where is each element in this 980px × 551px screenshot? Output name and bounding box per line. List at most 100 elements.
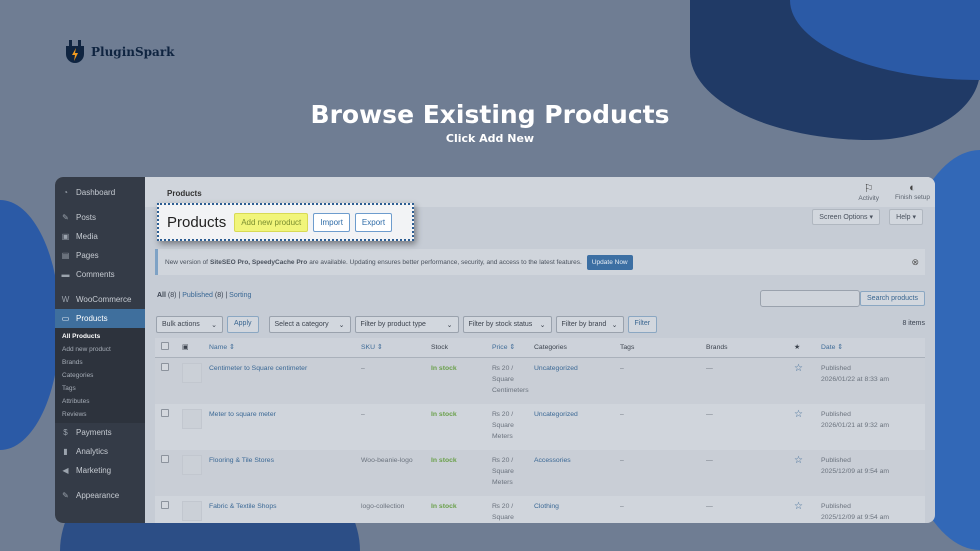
submenu-attributes[interactable]: Attributes (55, 395, 145, 408)
sidebar-item-label: Marketing (76, 466, 112, 475)
sidebar-item-appearance[interactable]: ✎ Appearance (55, 486, 145, 505)
brands: — (706, 364, 713, 372)
activity-label: Activity (858, 195, 879, 202)
price: ₨ 20 / Square (492, 502, 514, 521)
column-date[interactable]: Date ⇕ (821, 338, 925, 358)
marketing-icon: ◀ (62, 466, 69, 475)
sidebar-item-label: WooCommerce (76, 295, 132, 304)
star-icon[interactable]: ☆ (794, 496, 821, 524)
products-header-callout: Products Add new product Import Export (157, 203, 414, 241)
star-icon[interactable]: ☆ (794, 450, 821, 496)
category-link[interactable]: Uncategorized (534, 365, 578, 372)
brand-select[interactable]: Filter by brand ⌄ (555, 316, 624, 333)
product-type-select[interactable]: Filter by product type ⌄ (354, 316, 459, 333)
brand-name: PluginSpark (91, 45, 175, 59)
finish-setup-button[interactable]: ◐ Finish setup (895, 182, 930, 201)
publish-status: Published (821, 410, 851, 418)
brands: — (706, 410, 713, 418)
filter-bar: Bulk actions ⌄ Apply Select a category ⌄ F… (156, 316, 658, 333)
sidebar-item-payments[interactable]: $ Payments (55, 423, 145, 442)
import-button[interactable]: Import (313, 212, 350, 232)
screen-options-button[interactable]: Screen Options ▾ (812, 209, 880, 225)
row-checkbox[interactable] (161, 454, 169, 463)
publish-date: 2025/12/09 at 9:54 am (821, 467, 890, 475)
column-price[interactable]: Price ⇕ (492, 338, 534, 358)
sidebar-item-analytics[interactable]: ▮ Analytics (55, 442, 145, 461)
select-all-checkbox[interactable] (161, 342, 169, 351)
product-name-link[interactable]: Flooring & Tile Stores (209, 457, 274, 464)
pin-icon: ✎ (62, 213, 69, 222)
add-new-product-button[interactable]: Add new product (234, 212, 309, 232)
chevron-down-icon: ⌄ (446, 321, 453, 329)
dismiss-icon[interactable]: ⊗ (911, 257, 919, 268)
flag-icon: ⚐ (863, 183, 874, 195)
publish-status: Published (821, 456, 851, 464)
column-sku[interactable]: SKU ⇕ (361, 338, 431, 358)
category-select[interactable]: Select a category ⌄ (268, 316, 351, 333)
search-input[interactable] (760, 290, 860, 307)
filter-all[interactable]: All (157, 292, 166, 299)
submenu-brands[interactable]: Brands (55, 356, 145, 369)
tags: – (620, 502, 624, 510)
products-table: ▣ Name ⇕ SKU ⇕ Stock Price ⇕ Categories … (155, 338, 925, 523)
bulk-actions-select[interactable]: Bulk actions ⌄ (156, 316, 223, 333)
admin-sidebar: ◔ Dashboard ✎ Posts ▣ Media ▤ Pages ▬ Comment… (55, 177, 145, 523)
row-checkbox[interactable] (161, 362, 169, 371)
sidebar-item-comments[interactable]: ▬ Comments (55, 265, 145, 284)
column-categories: Categories (534, 338, 620, 358)
submenu-add-new-product[interactable]: Add new product (55, 343, 145, 356)
filter-published[interactable]: Published (182, 292, 213, 299)
decor-circle (0, 200, 60, 450)
publish-status: Published (821, 364, 851, 372)
filter-button[interactable]: Filter (627, 316, 658, 333)
star-icon[interactable]: ☆ (794, 357, 821, 404)
sidebar-item-label: Pages (76, 251, 99, 260)
sidebar-item-marketing[interactable]: ◀ Marketing (55, 461, 145, 480)
analytics-icon: ▮ (63, 447, 68, 456)
category-label: Select a category (274, 321, 329, 328)
brands: — (706, 502, 713, 510)
sidebar-item-products[interactable]: ▭ Products (55, 309, 145, 328)
submenu-reviews[interactable]: Reviews (55, 408, 145, 421)
comments-icon: ▬ (61, 270, 70, 279)
product-name-link[interactable]: Meter to square meter (209, 411, 276, 418)
sidebar-item-dashboard[interactable]: ◔ Dashboard (55, 183, 145, 202)
row-checkbox[interactable] (161, 500, 169, 509)
product-thumbnail (182, 454, 202, 475)
category-link[interactable]: Uncategorized (534, 411, 578, 418)
filter-sorting[interactable]: Sorting (229, 292, 251, 299)
sidebar-item-posts[interactable]: ✎ Posts (55, 208, 145, 227)
product-thumbnail (182, 500, 202, 521)
submenu-all-products[interactable]: All Products (55, 330, 145, 343)
brand-label: Filter by brand (561, 321, 607, 328)
sidebar-item-pages[interactable]: ▤ Pages (55, 246, 145, 265)
sidebar-item-media[interactable]: ▣ Media (55, 227, 145, 246)
update-now-button[interactable]: Update Now (586, 254, 633, 270)
stock-status-select[interactable]: Filter by stock status ⌄ (462, 316, 552, 333)
sku: logo-collection (361, 502, 405, 510)
products-submenu: All Products Add new product Brands Cate… (55, 328, 145, 423)
row-checkbox[interactable] (161, 408, 169, 417)
submenu-tags[interactable]: Tags (55, 382, 145, 395)
sidebar-item-label: Analytics (76, 447, 109, 456)
star-icon[interactable]: ☆ (794, 404, 821, 450)
publish-date: 2026/01/21 at 9:32 am (821, 421, 890, 429)
column-name[interactable]: Name ⇕ (209, 338, 361, 358)
column-brands: Brands (706, 338, 794, 358)
apply-button[interactable]: Apply (227, 316, 259, 333)
category-link[interactable]: Accessories (534, 457, 571, 464)
search-products-button[interactable]: Search products (860, 291, 925, 306)
product-name-link[interactable]: Centimeter to Square centimeter (209, 365, 307, 372)
help-button[interactable]: Help ▾ (889, 209, 923, 225)
pages-icon: ▤ (61, 251, 70, 260)
half-circle-icon: ◐ (909, 182, 916, 194)
category-link[interactable]: Clothing (534, 503, 559, 510)
sidebar-item-label: Dashboard (76, 188, 116, 197)
sidebar-item-woocommerce[interactable]: W WooCommerce (55, 290, 145, 309)
export-button[interactable]: Export (354, 212, 393, 232)
activity-button[interactable]: ⚐ Activity (858, 182, 879, 202)
product-name-link[interactable]: Fabric & Textile Shops (209, 503, 277, 510)
sidebar-item-label: Posts (76, 213, 97, 222)
tags: – (620, 364, 624, 372)
submenu-categories[interactable]: Categories (55, 369, 145, 382)
